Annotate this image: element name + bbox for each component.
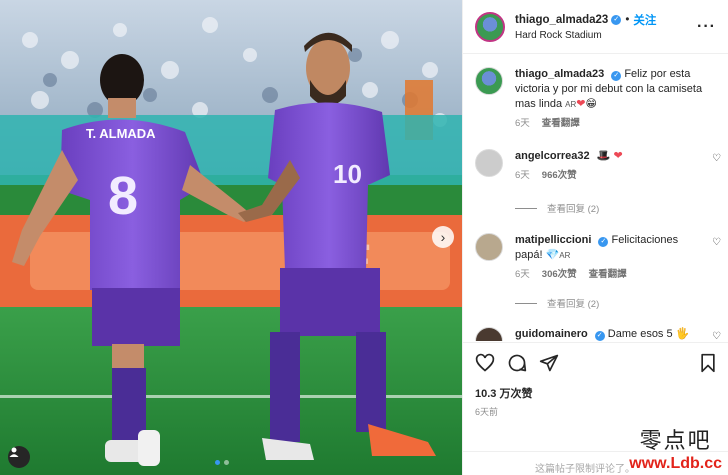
comment-icon[interactable] — [507, 353, 527, 373]
next-photo-button[interactable]: › — [432, 226, 454, 248]
tagged-users-button[interactable] — [8, 446, 30, 468]
bookmark-icon[interactable] — [699, 353, 717, 373]
comments-section[interactable]: thiago_almada23 ✓ Feliz por esta victoria… — [463, 55, 728, 341]
author-avatar[interactable] — [475, 11, 505, 42]
comment-item: angelcorrea32 🎩 ❤ 6天 966次赞 ♡ — [475, 149, 725, 183]
more-options-button[interactable]: ··· — [697, 18, 716, 36]
view-replies-label[interactable]: 查看回复 (2) — [547, 296, 599, 310]
post-time: 6天前 — [475, 407, 499, 417]
carousel-dot — [224, 460, 229, 465]
replies-divider — [515, 302, 537, 304]
like-comment-heart-icon[interactable]: ♡ — [712, 153, 721, 164]
verified-badge-icon: ✓ — [611, 71, 622, 81]
replies-divider — [515, 207, 537, 209]
verified-badge-icon: ✓ — [598, 237, 609, 247]
share-icon[interactable] — [539, 353, 559, 373]
comment-item: matipelliccioni ✓ Felicitaciones papá! 💎A… — [475, 233, 725, 282]
view-replies[interactable]: 查看回复 (2) — [515, 296, 599, 310]
comment-likes[interactable]: 306次赞 — [542, 267, 577, 282]
heart-emoji-icon: ❤ — [613, 150, 623, 162]
smile-emoji-icon: 😁 — [585, 98, 597, 110]
comment-time: 6天 — [515, 170, 530, 181]
verified-badge-icon: ✓ — [594, 331, 605, 341]
left-player-name: T. ALMADA — [86, 126, 156, 141]
like-count[interactable]: 10.3 万次赞 — [475, 385, 532, 401]
watermark-url: www.Ldb.cc — [629, 455, 722, 472]
site-watermark: 零点吧 www.Ldb.cc — [629, 423, 722, 473]
author-info: thiago_almada23 ✓ • 关注 Hard Rock Stadium — [515, 12, 656, 41]
instagram-post-view: ME T. ALMADA 8 — [0, 0, 728, 475]
separator-dot: • — [625, 14, 630, 26]
flag-ar-icon: AR — [565, 100, 577, 109]
like-comment-heart-icon[interactable]: ♡ — [712, 237, 721, 248]
commenter-username[interactable]: guidomainero — [515, 328, 588, 340]
view-replies[interactable]: 查看回复 (2) — [515, 201, 599, 215]
watermark-chinese: 零点吧 — [639, 429, 712, 454]
post-header: thiago_almada23 ✓ • 关注 Hard Rock Stadium… — [463, 0, 728, 54]
carousel-indicator — [215, 460, 229, 465]
verified-badge-icon: ✓ — [611, 15, 622, 25]
post-details-panel: thiago_almada23 ✓ • 关注 Hard Rock Stadium… — [462, 0, 728, 475]
photo-illustration: ME T. ALMADA 8 — [0, 0, 462, 475]
right-player-number: 10 — [333, 159, 362, 189]
translate-link[interactable]: 查看翻譯 — [589, 267, 627, 282]
follow-button[interactable]: 关注 — [633, 12, 656, 28]
left-player-number: 8 — [108, 166, 138, 226]
commenter-username[interactable]: angelcorrea32 — [515, 150, 590, 162]
caption-time: 6天 — [515, 118, 530, 129]
commenter-avatar[interactable] — [475, 327, 503, 341]
translate-link[interactable]: 查看翻譯 — [542, 116, 580, 131]
commenter-username[interactable]: matipelliccioni — [515, 234, 591, 246]
hand-emoji-icon: 🖐 — [675, 328, 690, 340]
action-icons — [475, 353, 717, 375]
commenter-avatar[interactable] — [475, 233, 503, 261]
comment-text: Dame esos 5 — [607, 328, 673, 340]
comment-text: 🎩 — [596, 150, 611, 162]
carousel-dot-active — [215, 460, 220, 465]
caption-username[interactable]: thiago_almada23 — [515, 68, 604, 80]
comment-time: 6天 — [515, 269, 530, 280]
caption-comment: thiago_almada23 ✓ Feliz por esta victoria… — [475, 67, 725, 131]
post-photo[interactable]: ME T. ALMADA 8 — [0, 0, 462, 475]
caption-avatar[interactable] — [475, 67, 503, 95]
commenter-avatar[interactable] — [475, 149, 503, 177]
flag-ar-icon: AR — [559, 251, 571, 260]
comment-likes[interactable]: 966次赞 — [542, 168, 577, 183]
comment-item: guidomainero ✓ Dame esos 5 🖐 ♡ — [475, 327, 725, 341]
heart-icon[interactable] — [475, 353, 495, 373]
like-comment-heart-icon[interactable]: ♡ — [712, 331, 721, 341]
user-icon — [9, 447, 19, 457]
author-username[interactable]: thiago_almada23 — [515, 14, 608, 26]
gem-emoji-icon: 💎 — [545, 249, 560, 261]
view-replies-label[interactable]: 查看回复 (2) — [547, 201, 599, 215]
post-location[interactable]: Hard Rock Stadium — [515, 30, 656, 41]
